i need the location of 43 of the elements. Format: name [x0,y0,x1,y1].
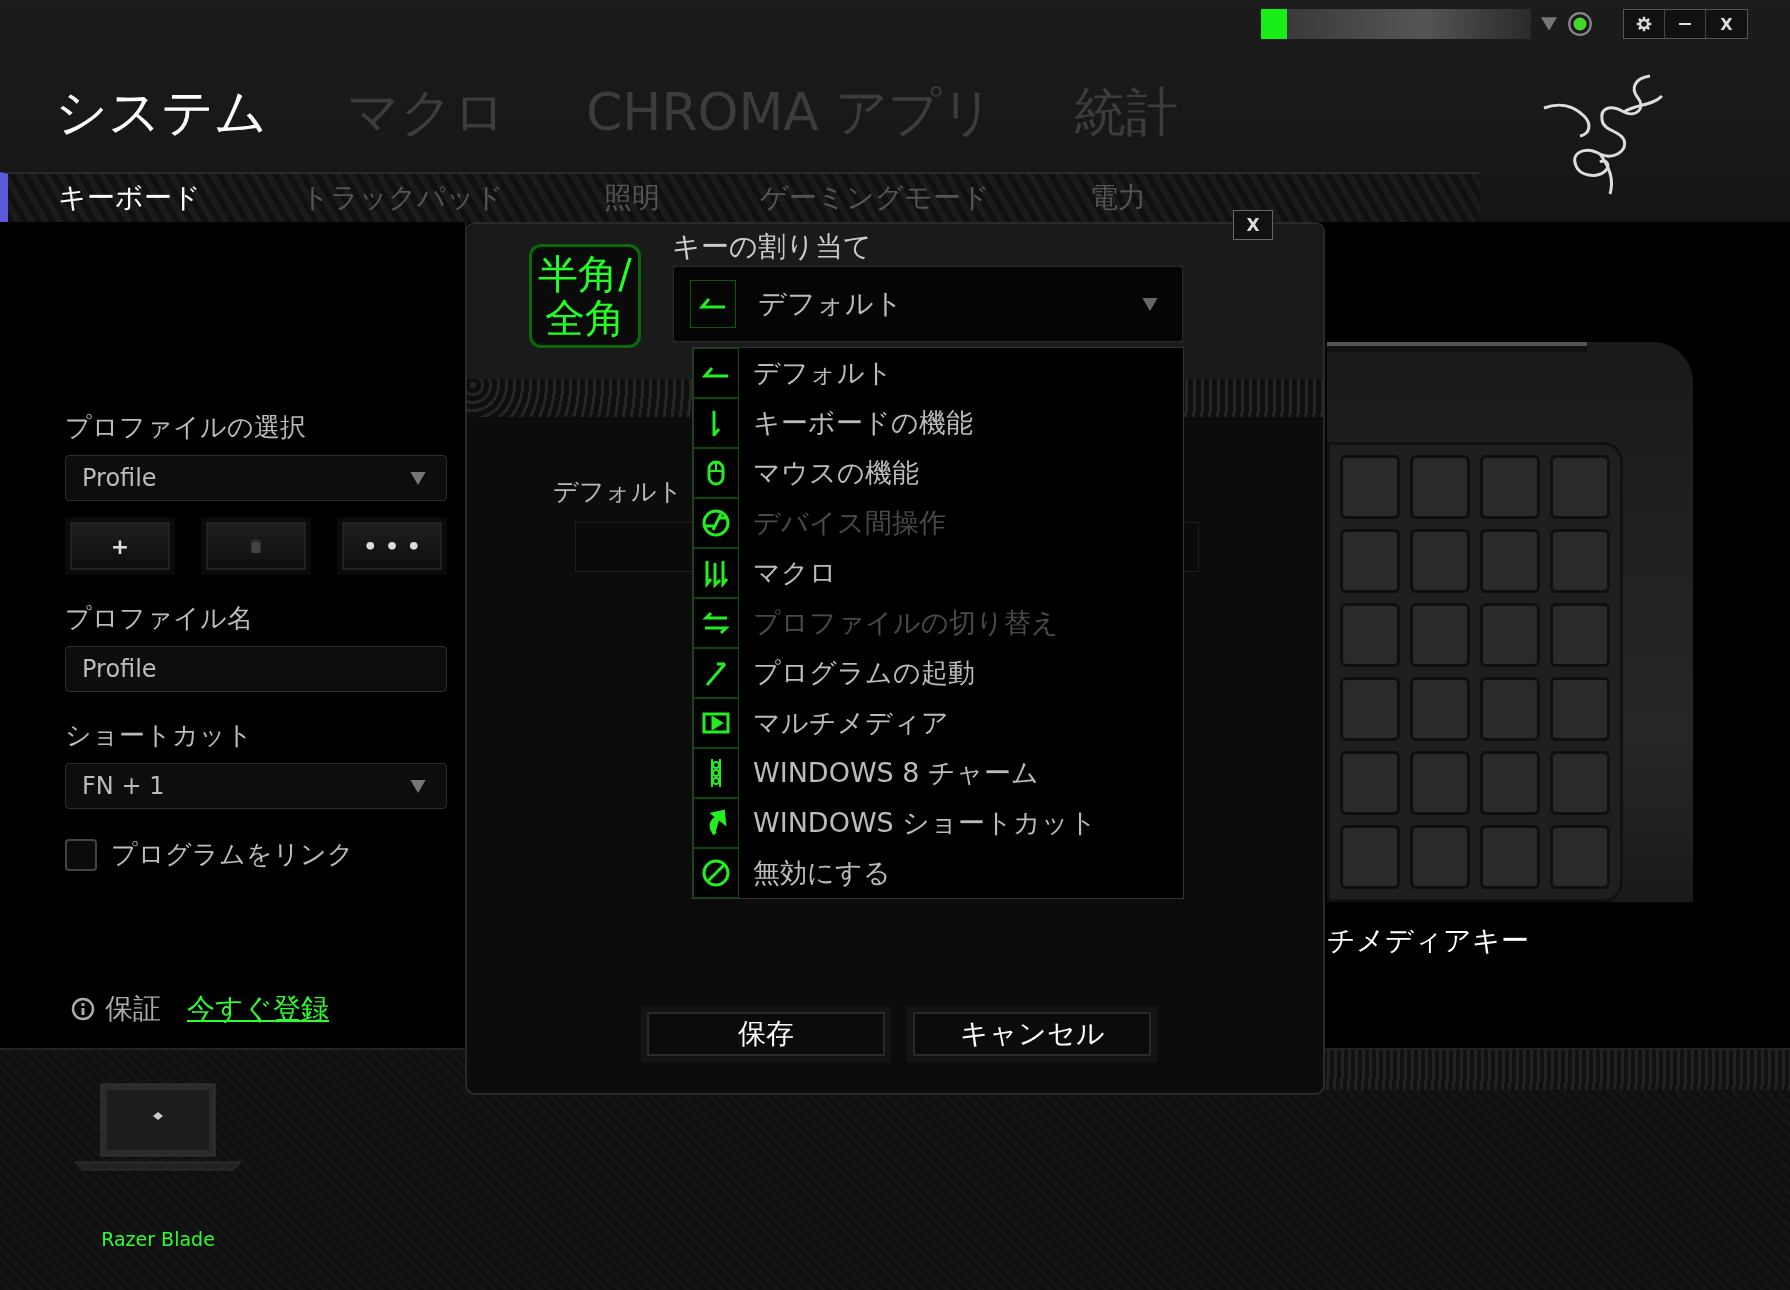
profile-name-field[interactable]: Profile [65,646,447,692]
field-label: プロファイル名 [65,602,254,635]
minus-icon [1678,23,1692,25]
menu-item[interactable]: 無効にする [739,855,891,891]
field-label: ショートカット [65,719,254,752]
device-name[interactable]: Razer Blade [101,1228,215,1250]
gear-icon [1636,16,1652,32]
shortcut-dropdown[interactable]: FN + 1 [65,763,447,809]
trash-icon [251,539,261,553]
sub-tab[interactable]: キーボード [58,179,201,217]
field-label: プロファイルの選択 [65,411,307,444]
warranty-label: 保証 [105,991,161,1027]
checkbox-label: プログラムをリンク [111,838,354,871]
ladder-icon [710,758,722,788]
settings-button[interactable] [1624,10,1665,38]
close-button[interactable]: X [1706,10,1747,38]
field-label: キーの割り当て [672,229,872,265]
assignment-dropdown[interactable]: デフォルト [673,266,1183,342]
menu-item[interactable]: マウスの機能 [739,455,919,491]
menu-item[interactable]: デフォルト [739,355,893,391]
info-icon [71,997,95,1021]
register-link[interactable]: 今すぐ登録 [187,990,329,1028]
checkbox[interactable] [65,838,97,871]
caret-icon [1142,297,1158,311]
menu-item[interactable]: マクロ [739,555,837,591]
main-tab[interactable]: システム [55,78,267,148]
key-badge: 半角/ 全角 [529,244,641,348]
menu-item[interactable]: WINDOWS 8 チャーム [739,755,1040,791]
caret-icon [410,779,426,793]
keyboard-caption: チメディアキー [1327,923,1530,959]
menu-item[interactable]: キーボードの機能 [739,405,973,441]
prohibited-icon [701,858,731,888]
close-button[interactable]: X [1233,210,1273,240]
caret-icon [410,471,426,485]
profile-dropdown[interactable]: Profile [65,455,447,501]
status-dot-icon [1567,11,1593,37]
menu-item[interactable]: マルチメディア [739,705,949,741]
lightning-circle-icon [701,508,731,538]
caret-icon[interactable] [1541,17,1557,31]
menu-item[interactable]: プログラムの起動 [739,655,975,691]
minimize-button[interactable] [1665,10,1706,38]
menu-item[interactable]: WINDOWS ショートカット [739,805,1098,841]
field-label: デフォルト [553,476,683,508]
